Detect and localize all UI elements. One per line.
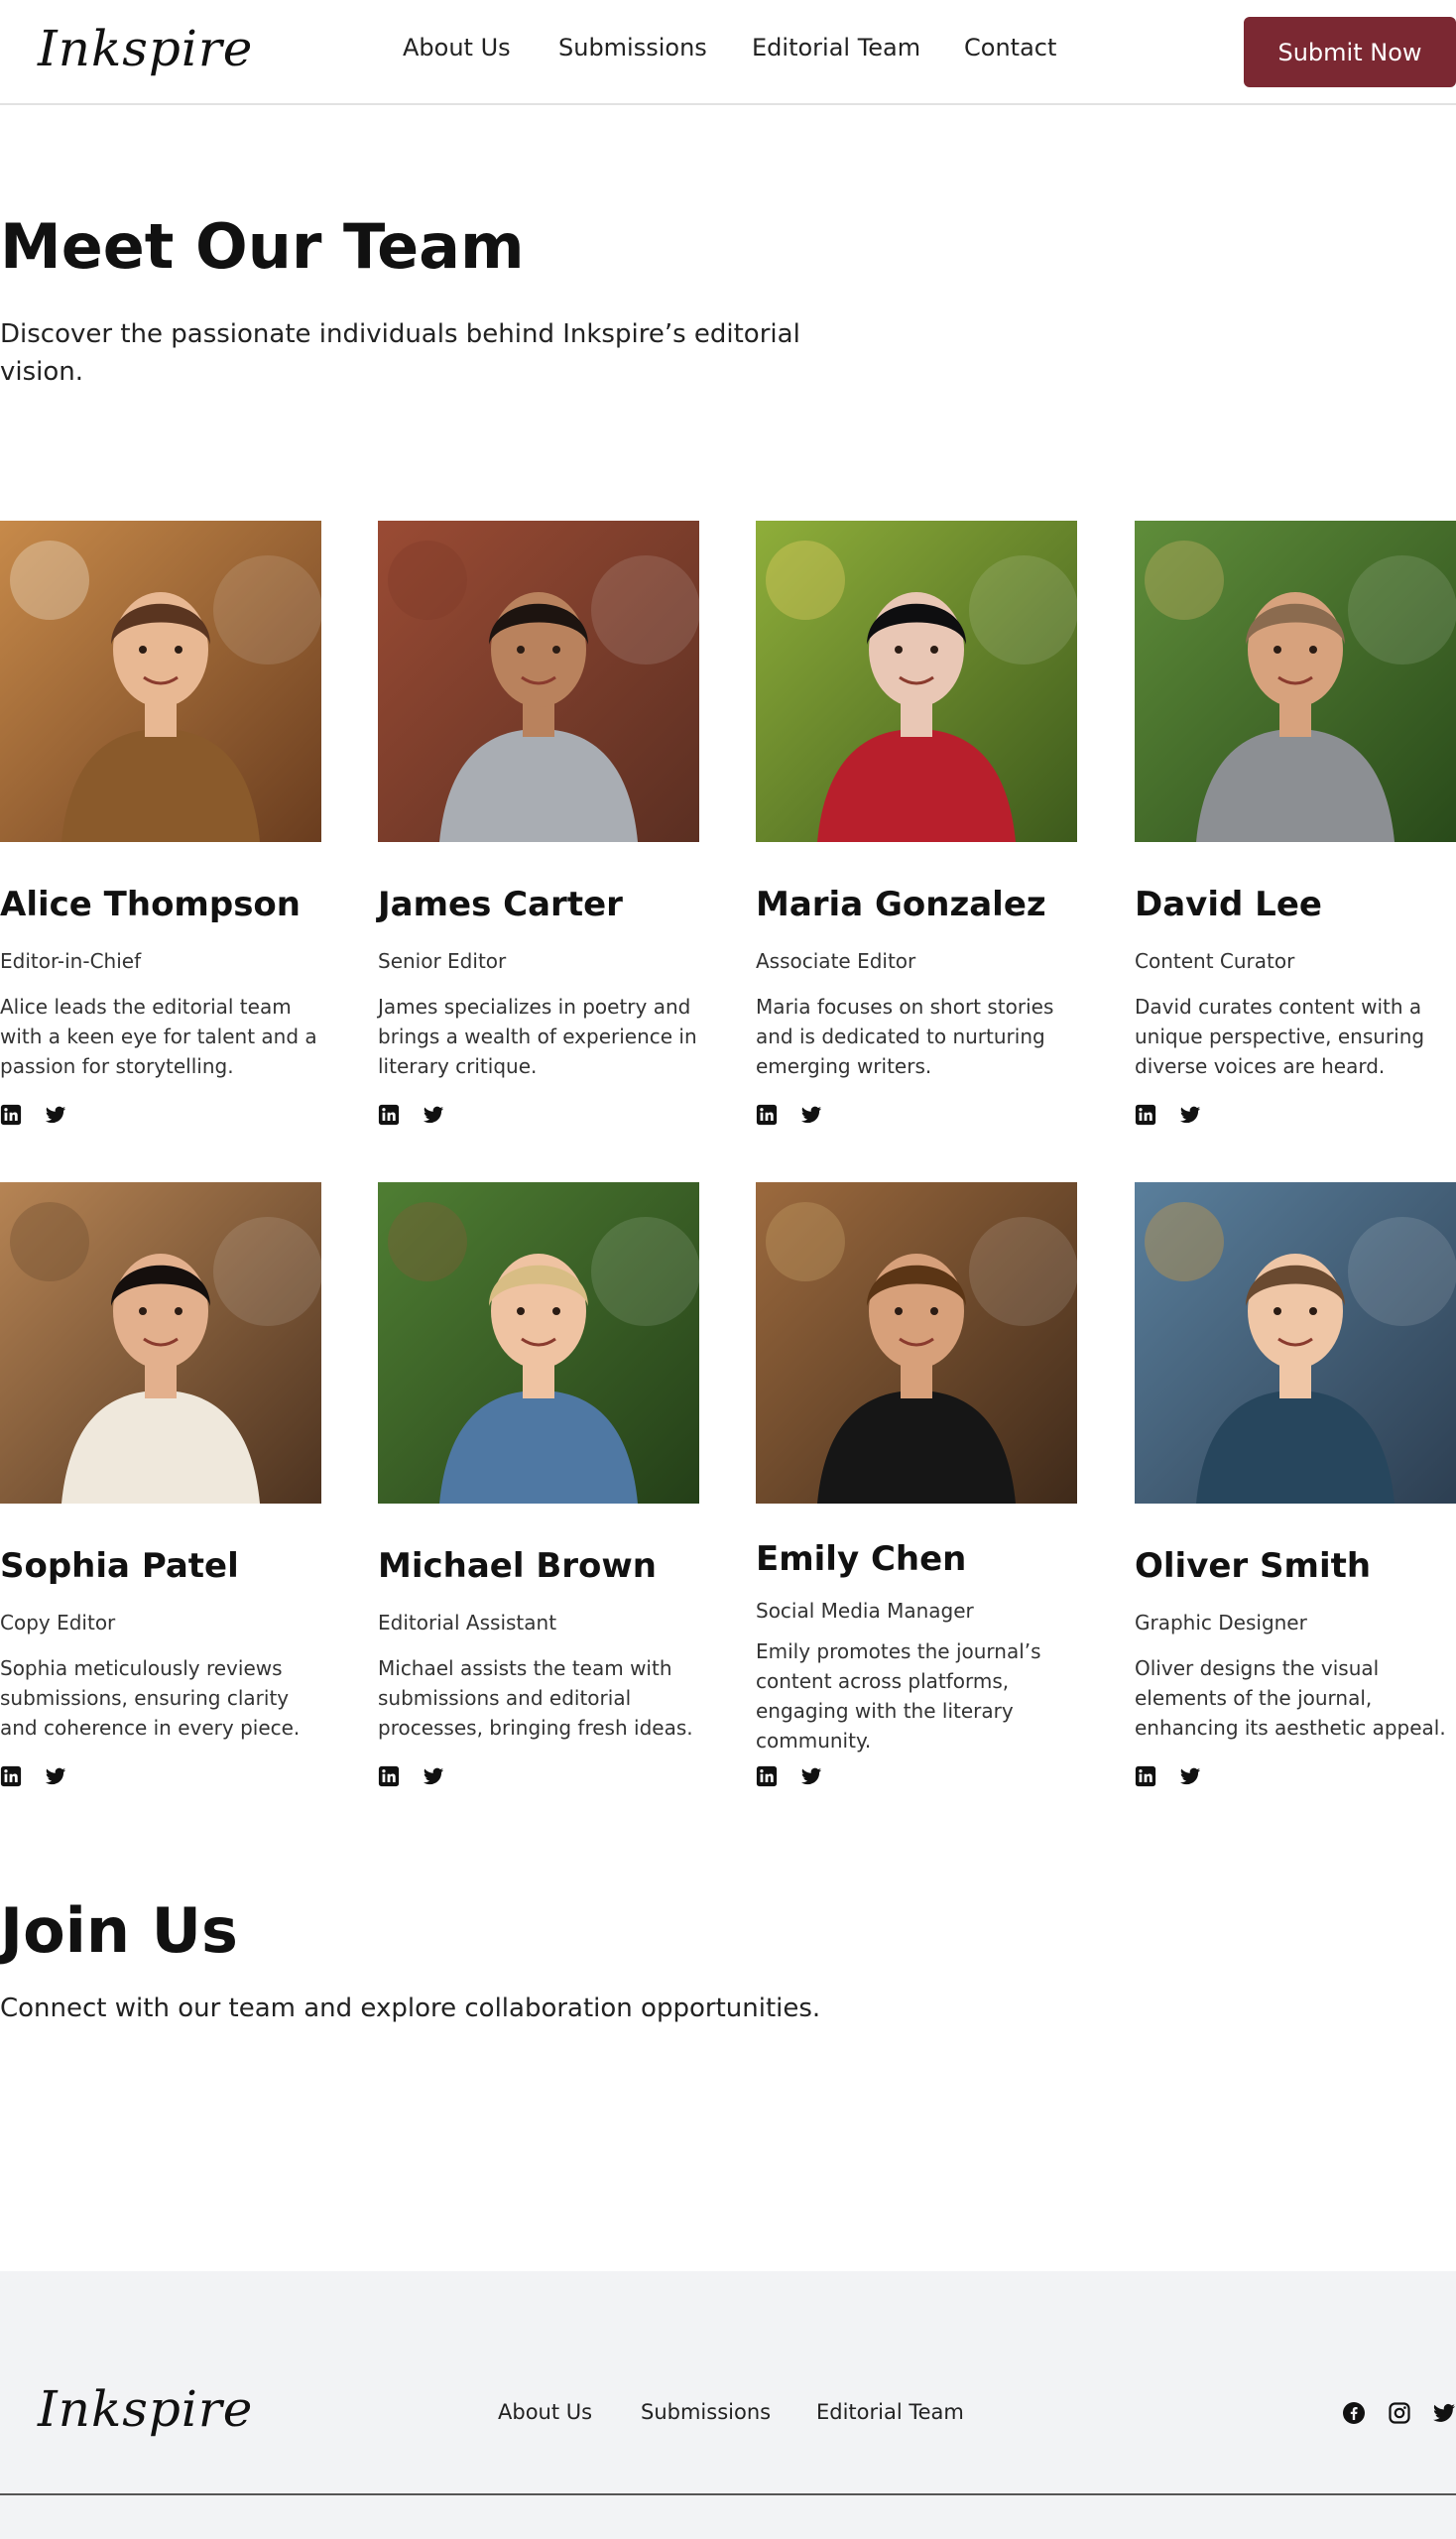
linkedin-icon[interactable] [378,1104,400,1126]
linkedin-icon[interactable] [1135,1104,1156,1126]
team-member-photo [756,1182,1077,1504]
submit-now-button[interactable]: Submit Now [1244,17,1456,87]
team-member-photo [378,521,699,842]
team-member-bio: Michael assists the team with submission… [378,1656,693,1740]
linkedin-icon[interactable] [0,1104,22,1126]
nav-editorial-team[interactable]: Editorial Team [752,34,920,61]
team-member-bio: Maria focuses on short stories and is de… [756,995,1054,1078]
team-member-social-links [1135,1104,1214,1126]
team-member-name: Sophia Patel [0,1546,239,1586]
team-member-name: David Lee [1135,885,1322,924]
team-member-role: Social Media Manager [756,1599,974,1623]
team-member-bio: Oliver designs the visual elements of th… [1135,1656,1446,1740]
team-member-social-links [1135,1765,1214,1787]
team-member-name: Emily Chen [756,1539,967,1579]
footer-nav-submissions[interactable]: Submissions [641,2400,771,2424]
team-member-role: Graphic Designer [1135,1611,1307,1634]
linkedin-icon[interactable] [756,1104,778,1126]
twitter-icon[interactable] [45,1765,66,1787]
linkedin-icon[interactable] [378,1765,400,1787]
twitter-icon[interactable] [423,1765,444,1787]
team-member-role: Associate Editor [756,949,916,973]
twitter-icon[interactable] [45,1104,66,1126]
twitter-icon[interactable] [800,1104,822,1126]
footer-logo[interactable]: Inkspire [38,2380,253,2438]
team-member-role: Senior Editor [378,949,507,973]
team-member-social-links [0,1104,79,1126]
team-member-name: James Carter [378,885,623,924]
facebook-icon[interactable] [1342,2401,1366,2425]
join-subtitle: Connect with our team and explore collab… [0,1994,821,2023]
nav-about-us[interactable]: About Us [403,34,511,61]
team-member-name: Oliver Smith [1135,1546,1372,1586]
team-member-role: Editorial Assistant [378,1611,557,1634]
team-member-role: Editor-in-Chief [0,949,142,973]
footer-nav-editorial-team[interactable]: Editorial Team [816,2400,964,2424]
team-member-bio: Emily promotes the journal’s content acr… [756,1639,1041,1753]
team-member-role: Copy Editor [0,1611,116,1634]
team-member-role: Content Curator [1135,949,1295,973]
page-subtitle: Discover the passionate individuals behi… [0,319,800,387]
instagram-icon[interactable] [1388,2401,1411,2425]
team-member-social-links [756,1104,835,1126]
team-member-bio: Alice leads the editorial team with a ke… [0,995,317,1078]
linkedin-icon[interactable] [0,1765,22,1787]
team-member-name: Alice Thompson [0,885,301,924]
team-member-photo [1135,1182,1456,1504]
footer-divider [0,2493,1456,2495]
twitter-icon[interactable] [1179,1104,1201,1126]
linkedin-icon[interactable] [756,1765,778,1787]
page-title: Meet Our Team [0,210,525,283]
team-member-name: Michael Brown [378,1546,657,1586]
twitter-icon[interactable] [423,1104,444,1126]
team-member-photo [756,521,1077,842]
linkedin-icon[interactable] [1135,1765,1156,1787]
team-member-social-links [756,1765,835,1787]
twitter-icon[interactable] [1179,1765,1201,1787]
team-member-photo [1135,521,1456,842]
join-title: Join Us [0,1894,238,1967]
twitter-icon[interactable] [800,1765,822,1787]
team-member-photo [0,1182,321,1504]
team-member-photo [0,521,321,842]
team-member-photo [378,1182,699,1504]
team-member-bio: Sophia meticulously reviews submissions,… [0,1656,301,1740]
team-member-bio: David curates content with a unique pers… [1135,995,1425,1078]
team-member-social-links [0,1765,79,1787]
nav-submissions[interactable]: Submissions [558,34,707,61]
site-header: Inkspire About Us Submissions Editorial … [0,0,1456,105]
site-logo[interactable]: Inkspire [38,20,253,77]
team-member-social-links [378,1765,457,1787]
team-member-social-links [378,1104,457,1126]
team-member-name: Maria Gonzalez [756,885,1046,924]
nav-contact[interactable]: Contact [964,34,1056,61]
twitter-icon[interactable] [1432,2401,1456,2425]
team-member-bio: James specializes in poetry and brings a… [378,995,697,1078]
site-footer: Inkspire About Us Submissions Editorial … [0,2271,1456,2539]
footer-nav-about-us[interactable]: About Us [498,2400,592,2424]
